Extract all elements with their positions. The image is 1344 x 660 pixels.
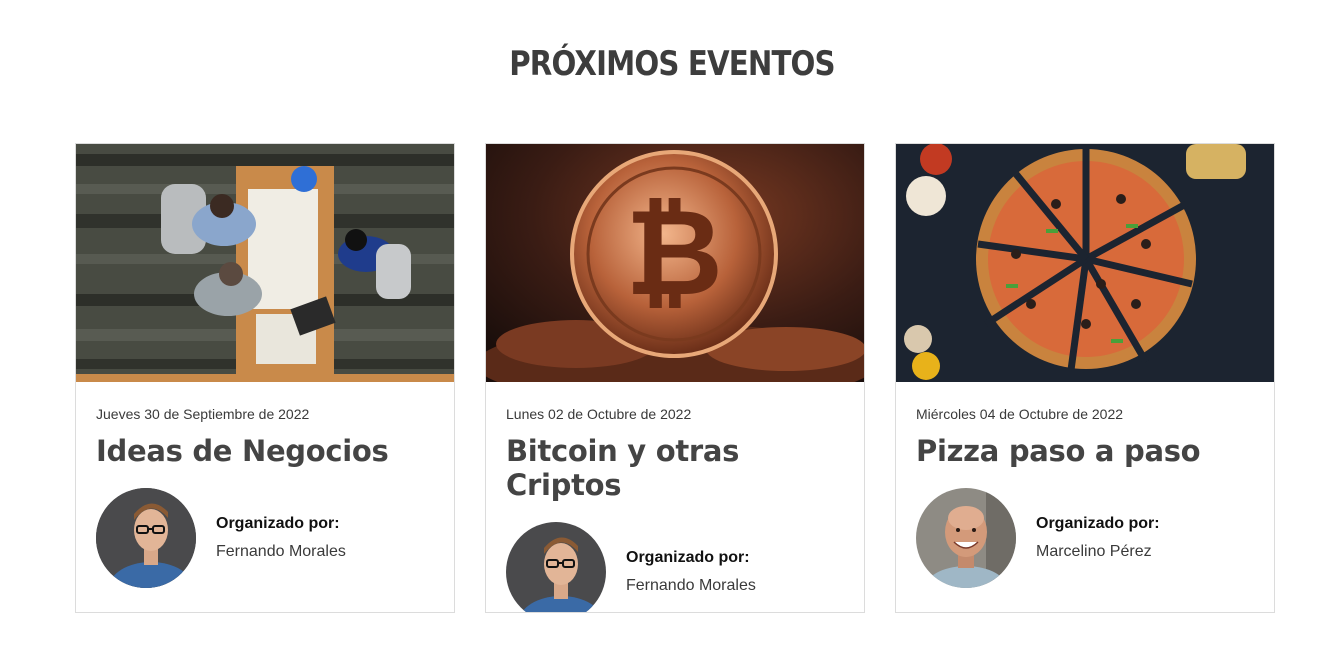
- organizer-label: Organizado por:: [216, 515, 340, 532]
- organizer: Organizado por: Fernando Morales: [96, 488, 434, 588]
- section-title: PRÓXIMOS EVENTOS: [509, 44, 835, 84]
- event-date: Lunes 02 de Octubre de 2022: [506, 406, 692, 422]
- event-date: Miércoles 04 de Octubre de 2022: [916, 406, 1124, 422]
- event-title[interactable]: Pizza paso a paso: [916, 434, 1254, 468]
- event-image-business-meeting[interactable]: [76, 144, 454, 382]
- event-card[interactable]: Jueves 30 de Septiembre de 2022 Ideas de…: [75, 143, 455, 613]
- organizer-label: Organizado por:: [1036, 515, 1160, 532]
- organizer-name: Fernando Morales: [626, 577, 756, 594]
- avatar: [506, 522, 606, 612]
- svg-text:₿: ₿: [625, 184, 723, 323]
- events-list: Jueves 30 de Septiembre de 2022 Ideas de…: [75, 143, 1275, 613]
- organizer-label: Organizado por:: [626, 549, 750, 566]
- organizer: Organizado por: Marcelino Pérez: [916, 488, 1254, 588]
- avatar: [96, 488, 196, 588]
- event-title[interactable]: Ideas de Negocios: [96, 434, 434, 468]
- avatar: [916, 488, 1016, 588]
- event-image-pizza[interactable]: [896, 144, 1274, 382]
- organizer-name: Marcelino Pérez: [1036, 543, 1152, 560]
- organizer: Organizado por: Fernando Morales: [506, 522, 844, 612]
- event-title[interactable]: Bitcoin y otras Criptos: [506, 434, 844, 502]
- event-image-bitcoin[interactable]: ₿: [486, 144, 864, 382]
- event-card[interactable]: Miércoles 04 de Octubre de 2022 Pizza pa…: [895, 143, 1275, 613]
- event-card[interactable]: ₿ Lunes 02 de Octubre de 2022 Bitcoin y …: [485, 143, 865, 613]
- event-date: Jueves 30 de Septiembre de 2022: [96, 406, 310, 422]
- organizer-name: Fernando Morales: [216, 543, 346, 560]
